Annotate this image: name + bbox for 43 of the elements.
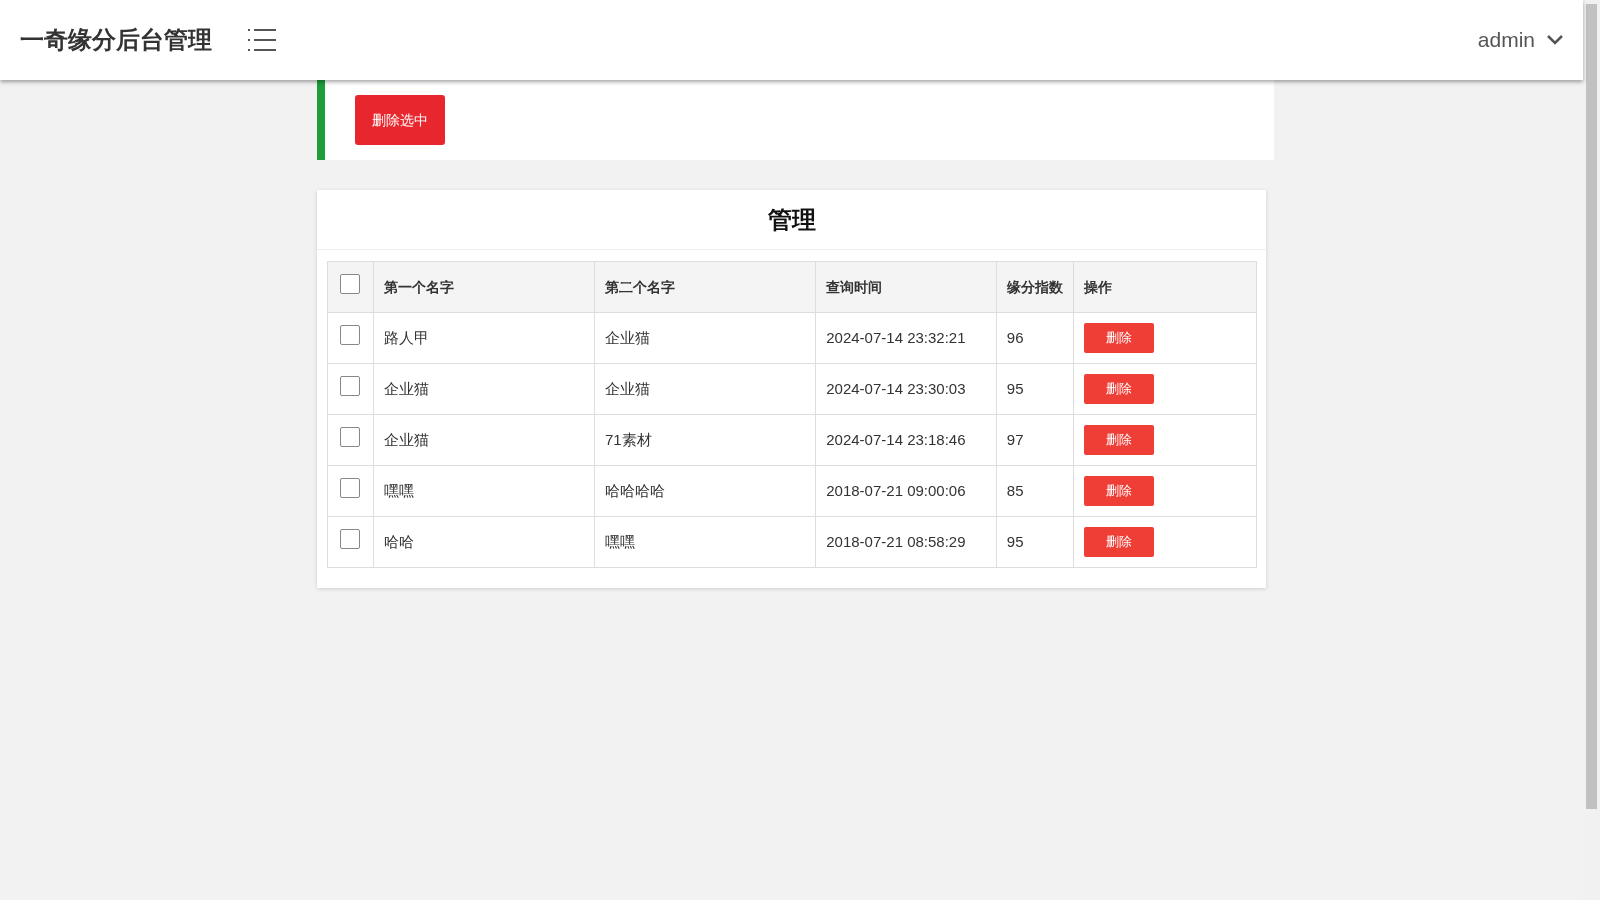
checkbox[interactable] <box>340 528 361 549</box>
table-cell: 哈哈哈哈 <box>594 465 816 517</box>
delete-selected-button[interactable]: 删除选中 <box>355 95 445 145</box>
chevron-down-icon[interactable] <box>1547 35 1563 45</box>
table-cell: 企业猫 <box>373 414 595 466</box>
user-menu[interactable]: admin <box>1477 24 1535 56</box>
app-title: 一奇缘分后台管理 <box>20 25 212 55</box>
column-header: 操作 <box>1073 261 1257 313</box>
table-cell: 95 <box>996 516 1074 568</box>
table-cell: 企业猫 <box>594 363 816 415</box>
table-cell: 2018-07-21 09:00:06 <box>815 465 997 517</box>
column-header: 查询时间 <box>815 261 997 313</box>
table-cell: 71素材 <box>594 414 816 466</box>
menu-icon[interactable] <box>248 28 276 52</box>
table-cell: 85 <box>996 465 1074 517</box>
table-cell: 哈哈 <box>373 516 595 568</box>
delete-button[interactable]: 删除 <box>1083 323 1154 353</box>
checkbox[interactable] <box>340 273 361 294</box>
table-cell: 嘿嘿 <box>594 516 816 568</box>
card-title: 管理 <box>767 204 816 235</box>
table-cell: 嘿嘿 <box>373 465 595 517</box>
scrollbar-thumb[interactable] <box>1586 4 1597 809</box>
checkbox[interactable] <box>340 375 361 396</box>
table-cell: 96 <box>996 312 1074 364</box>
checkbox[interactable] <box>340 426 361 447</box>
delete-button[interactable]: 删除 <box>1083 374 1154 404</box>
table-cell: 2024-07-14 23:18:46 <box>815 414 997 466</box>
checkbox[interactable] <box>340 477 361 498</box>
delete-button[interactable]: 删除 <box>1083 476 1154 506</box>
table-cell: 2018-07-21 08:58:29 <box>815 516 997 568</box>
delete-button[interactable]: 删除 <box>1083 425 1154 455</box>
column-header: 第一个名字 <box>373 261 595 313</box>
column-header: 第二个名字 <box>594 261 816 313</box>
table-cell: 企业猫 <box>594 312 816 364</box>
table-cell: 路人甲 <box>373 312 595 364</box>
table-cell: 97 <box>996 414 1074 466</box>
table-cell: 95 <box>996 363 1074 415</box>
column-header: 缘分指数 <box>996 261 1074 313</box>
table-cell: 2024-07-14 23:32:21 <box>815 312 997 364</box>
delete-button[interactable]: 删除 <box>1083 527 1154 557</box>
checkbox[interactable] <box>340 324 361 345</box>
table-cell: 2024-07-14 23:30:03 <box>815 363 997 415</box>
table-cell: 企业猫 <box>373 363 595 415</box>
